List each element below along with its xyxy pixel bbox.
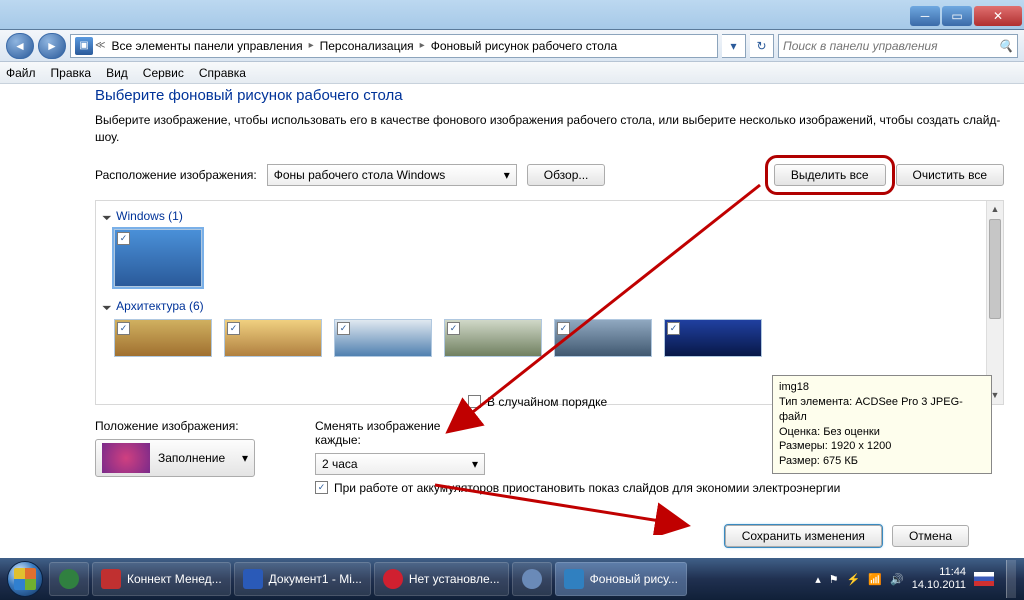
taskbar-item-connect[interactable]: Коннект Менед... bbox=[92, 562, 231, 596]
tray-battery-icon[interactable]: ⚡ bbox=[847, 573, 861, 586]
taskbar-item-opera[interactable]: Нет установле... bbox=[374, 562, 509, 596]
tray-expand-icon[interactable]: ▴ bbox=[815, 573, 821, 586]
location-combo[interactable]: Фоны рабочего стола Windows▾ bbox=[267, 164, 517, 186]
start-button[interactable] bbox=[4, 558, 46, 600]
minimize-button[interactable]: ─ bbox=[910, 6, 940, 26]
control-panel-icon: ▣ bbox=[75, 37, 93, 55]
tray-volume-icon[interactable]: 🔊 bbox=[890, 573, 904, 586]
cancel-button[interactable]: Отмена bbox=[892, 525, 969, 547]
breadcrumb[interactable]: ▣ ≪ Все элементы панели управления ▸ Пер… bbox=[70, 34, 718, 58]
taskbar-item-wallpaper[interactable]: Фоновый рису... bbox=[555, 562, 687, 596]
wallpaper-thumb[interactable]: ✓ bbox=[334, 319, 432, 357]
menu-file[interactable]: Файл bbox=[6, 66, 36, 80]
tray-language-icon[interactable] bbox=[974, 572, 994, 586]
page-description: Выберите изображение, чтобы использовать… bbox=[95, 112, 1004, 146]
windows-logo-icon bbox=[7, 561, 43, 597]
show-desktop-button[interactable] bbox=[1006, 560, 1016, 598]
location-value: Фоны рабочего стола Windows bbox=[274, 168, 446, 182]
image-tooltip: img18 Тип элемента: ACDSee Pro 3 JPEG-фа… bbox=[772, 375, 992, 474]
position-value: Заполнение bbox=[158, 451, 225, 465]
position-label: Положение изображения: bbox=[95, 419, 255, 433]
menubar: Файл Правка Вид Сервис Справка bbox=[0, 62, 1024, 84]
page-title: Выберите фоновый рисунок рабочего стола bbox=[95, 84, 1004, 104]
breadcrumb-item[interactable]: Персонализация bbox=[316, 39, 418, 53]
wallpaper-gallery: Windows (1) ✓ Архитектура (6) ✓ ✓ ✓ ✓ ✓ … bbox=[95, 200, 1004, 405]
gallery-scrollbar[interactable]: ▲ ▼ bbox=[986, 201, 1003, 404]
tooltip-name: img18 bbox=[779, 380, 985, 395]
wallpaper-thumb[interactable]: ✓ bbox=[114, 229, 202, 287]
clear-all-button[interactable]: Очистить все bbox=[896, 164, 1004, 186]
interval-combo[interactable]: 2 часа▾ bbox=[315, 453, 485, 475]
close-button[interactable]: ✕ bbox=[974, 6, 1022, 26]
interval-value: 2 часа bbox=[322, 457, 358, 471]
wallpaper-thumb[interactable]: ✓ bbox=[664, 319, 762, 357]
navbar: ◄ ► ▣ ≪ Все элементы панели управления ▸… bbox=[0, 30, 1024, 62]
menu-help[interactable]: Справка bbox=[199, 66, 246, 80]
explorer-window: ─ ▭ ✕ ◄ ► ▣ ≪ Все элементы панели управл… bbox=[0, 0, 1024, 600]
content-area: Выберите фоновый рисунок рабочего стола … bbox=[0, 84, 1024, 558]
tray-flag-icon[interactable]: ⚑ bbox=[829, 573, 839, 586]
thumb-checkbox[interactable]: ✓ bbox=[227, 322, 240, 335]
refresh-button[interactable]: ↻ bbox=[750, 34, 774, 58]
scroll-up-icon[interactable]: ▲ bbox=[987, 201, 1003, 218]
interval-label: Сменять изображение каждые: bbox=[315, 419, 465, 447]
taskbar-item-generic[interactable] bbox=[512, 562, 552, 596]
breadcrumb-item[interactable]: Фоновый рисунок рабочего стола bbox=[427, 39, 622, 53]
maximize-button[interactable]: ▭ bbox=[942, 6, 972, 26]
group-header-windows[interactable]: Windows (1) bbox=[104, 205, 977, 227]
thumb-checkbox[interactable]: ✓ bbox=[117, 322, 130, 335]
group-header-architecture[interactable]: Архитектура (6) bbox=[104, 295, 977, 317]
tray-network-icon[interactable]: 📶 bbox=[868, 573, 882, 586]
taskbar-item-utorrent[interactable] bbox=[49, 562, 89, 596]
search-icon: 🔍 bbox=[998, 39, 1013, 53]
menu-view[interactable]: Вид bbox=[106, 66, 128, 80]
position-preview-icon bbox=[102, 443, 150, 473]
thumb-checkbox[interactable]: ✓ bbox=[667, 322, 680, 335]
select-all-button[interactable]: Выделить все bbox=[774, 164, 886, 186]
search-input[interactable] bbox=[783, 39, 998, 53]
titlebar[interactable]: ─ ▭ ✕ bbox=[0, 0, 1024, 30]
battery-label: При работе от аккумуляторов приостановит… bbox=[334, 481, 840, 495]
battery-checkbox[interactable]: ✓ bbox=[315, 481, 328, 494]
search-box[interactable]: 🔍 bbox=[778, 34, 1018, 58]
shuffle-label: В случайном порядке bbox=[487, 395, 607, 409]
thumb-checkbox[interactable]: ✓ bbox=[337, 322, 350, 335]
taskbar-item-word[interactable]: Документ1 - Mi... bbox=[234, 562, 371, 596]
wallpaper-thumb[interactable]: ✓ bbox=[554, 319, 652, 357]
tray-clock[interactable]: 11:44 14.10.2011 bbox=[912, 566, 966, 591]
forward-button[interactable]: ► bbox=[38, 33, 66, 59]
scroll-thumb[interactable] bbox=[989, 219, 1001, 319]
menu-tools[interactable]: Сервис bbox=[143, 66, 184, 80]
thumb-checkbox[interactable]: ✓ bbox=[447, 322, 460, 335]
wallpaper-thumb[interactable]: ✓ bbox=[444, 319, 542, 357]
browse-button[interactable]: Обзор... bbox=[527, 164, 606, 186]
menu-edit[interactable]: Правка bbox=[51, 66, 92, 80]
wallpaper-thumb[interactable]: ✓ bbox=[224, 319, 322, 357]
back-button[interactable]: ◄ bbox=[6, 33, 34, 59]
shuffle-checkbox[interactable] bbox=[468, 395, 481, 408]
position-combo[interactable]: Заполнение ▾ bbox=[95, 439, 255, 477]
wallpaper-thumb[interactable]: ✓ bbox=[114, 319, 212, 357]
breadcrumb-item[interactable]: Все элементы панели управления bbox=[107, 39, 306, 53]
taskbar: Коннект Менед... Документ1 - Mi... Нет у… bbox=[0, 558, 1024, 600]
thumb-checkbox[interactable]: ✓ bbox=[117, 232, 130, 245]
save-button[interactable]: Сохранить изменения bbox=[725, 525, 882, 547]
history-dropdown[interactable]: ▾ bbox=[722, 34, 746, 58]
thumb-checkbox[interactable]: ✓ bbox=[557, 322, 570, 335]
location-label: Расположение изображения: bbox=[95, 168, 257, 182]
system-tray: ▴ ⚑ ⚡ 📶 🔊 11:44 14.10.2011 bbox=[815, 560, 1020, 598]
